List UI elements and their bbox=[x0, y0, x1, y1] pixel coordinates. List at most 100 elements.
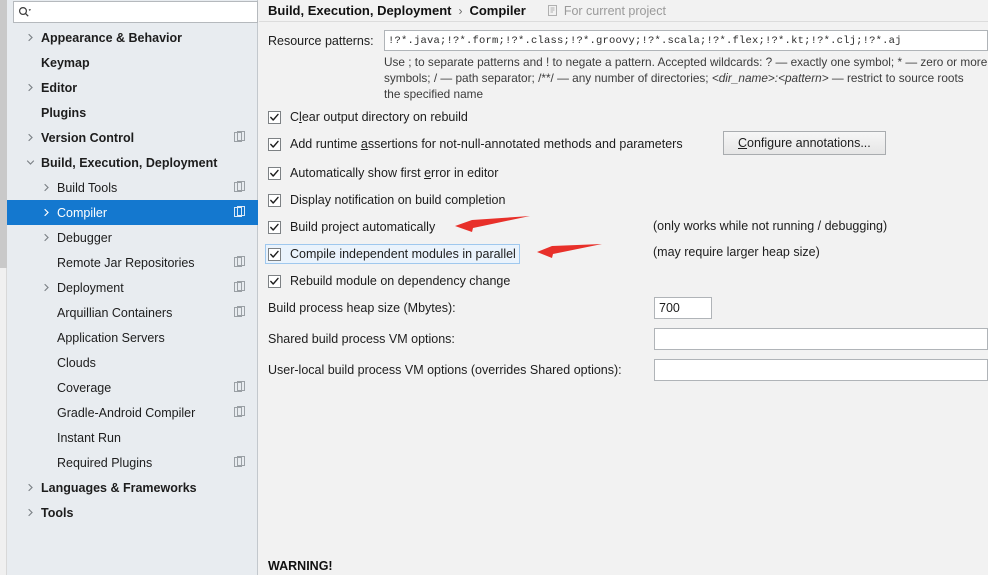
sidebar-item-label: Languages & Frameworks bbox=[41, 480, 197, 495]
chevron-right-icon[interactable] bbox=[39, 281, 53, 295]
copy-settings-icon[interactable] bbox=[234, 306, 246, 318]
checkbox-indicator[interactable] bbox=[268, 274, 281, 288]
configure-annotations-button[interactable]: Configure annotations... bbox=[723, 131, 886, 155]
checkbox-wrapper: Display notification on build completion bbox=[268, 193, 505, 207]
sidebar-item-deployment[interactable]: Deployment bbox=[7, 275, 258, 300]
sidebar-item-appearance-behavior[interactable]: Appearance & Behavior bbox=[7, 25, 258, 50]
sidebar-item-label: Clouds bbox=[57, 355, 96, 370]
checkbox-add-runtime-assertions-for-not-null-annotated-methods-and-parameters[interactable]: Add runtime assertions for not-null-anno… bbox=[268, 134, 683, 154]
copy-settings-icon[interactable] bbox=[234, 381, 246, 393]
sidebar-item-plugins[interactable]: Plugins bbox=[7, 100, 258, 125]
checkbox-label: Display notification on build completion bbox=[290, 193, 506, 207]
checkbox-indicator[interactable] bbox=[268, 220, 281, 234]
breadcrumb-root[interactable]: Build, Execution, Deployment bbox=[268, 3, 451, 18]
sidebar-item-label: Editor bbox=[41, 80, 78, 95]
note-compile-parallel: (may require larger heap size) bbox=[653, 245, 820, 259]
copy-settings-icon[interactable] bbox=[234, 281, 246, 293]
copy-settings-icon[interactable] bbox=[234, 256, 246, 268]
checkbox-label: Compile independent modules in parallel bbox=[290, 247, 516, 261]
sidebar-item-required-plugins[interactable]: Required Plugins bbox=[7, 450, 258, 475]
sidebar-item-remote-jar-repositories[interactable]: Remote Jar Repositories bbox=[7, 250, 258, 275]
sidebar-item-debugger[interactable]: Debugger bbox=[7, 225, 258, 250]
sidebar-item-coverage[interactable]: Coverage bbox=[7, 375, 258, 400]
shared-vm-options-input[interactable] bbox=[654, 328, 988, 350]
sidebar-item-editor[interactable]: Editor bbox=[7, 75, 258, 100]
checkbox-label: Add runtime assertions for not-null-anno… bbox=[290, 137, 683, 151]
checkbox-compile-independent-modules-in-parallel[interactable]: Compile independent modules in parallel bbox=[265, 244, 520, 264]
sidebar-item-build-execution-deployment[interactable]: Build, Execution, Deployment bbox=[7, 150, 258, 175]
sidebar-item-label: Build Tools bbox=[57, 180, 118, 195]
hint-line-3: the specified name bbox=[384, 87, 484, 101]
sidebar-item-label: Remote Jar Repositories bbox=[57, 255, 195, 270]
checkbox-wrapper: Automatically show first error in editor bbox=[268, 166, 498, 180]
checkbox-automatically-show-first-error-in-editor[interactable]: Automatically show first error in editor bbox=[268, 163, 498, 183]
sidebar-item-label: Debugger bbox=[57, 230, 112, 245]
sidebar-item-compiler[interactable]: Compiler bbox=[7, 200, 258, 225]
heap-size-label: Build process heap size (Mbytes): bbox=[268, 301, 456, 315]
chevron-right-icon[interactable] bbox=[39, 231, 53, 245]
tree-twisty-none-icon bbox=[39, 256, 53, 270]
sidebar-item-label: Gradle-Android Compiler bbox=[57, 405, 196, 420]
sidebar-item-label: Application Servers bbox=[57, 330, 165, 345]
chevron-right-icon[interactable] bbox=[23, 506, 37, 520]
checkbox-label: Clear output directory on rebuild bbox=[290, 110, 468, 124]
project-scope-indicator: For current project bbox=[547, 3, 666, 18]
checkbox-display-notification-on-build-completion[interactable]: Display notification on build completion bbox=[268, 190, 505, 210]
project-scope-label: For current project bbox=[563, 3, 666, 18]
checkbox-label: Rebuild module on dependency change bbox=[290, 274, 511, 288]
tree-twisty-none-icon bbox=[23, 56, 37, 70]
hint-line-2b: — restrict to source roots bbox=[828, 71, 964, 85]
sidebar-item-version-control[interactable]: Version Control bbox=[7, 125, 258, 150]
sidebar-item-clouds[interactable]: Clouds bbox=[7, 350, 258, 375]
project-scope-icon bbox=[547, 4, 559, 17]
checkbox-indicator[interactable] bbox=[268, 110, 281, 124]
sidebar-item-tools[interactable]: Tools bbox=[7, 500, 258, 525]
sidebar-item-instant-run[interactable]: Instant Run bbox=[7, 425, 258, 450]
chevron-right-icon[interactable] bbox=[23, 31, 37, 45]
copy-settings-icon[interactable] bbox=[234, 181, 246, 193]
sidebar-item-label: Required Plugins bbox=[57, 455, 153, 470]
tree-twisty-none-icon bbox=[39, 431, 53, 445]
sidebar-item-keymap[interactable]: Keymap bbox=[7, 50, 258, 75]
chevron-down-icon[interactable] bbox=[23, 156, 37, 170]
chevron-right-icon[interactable] bbox=[39, 181, 53, 195]
sidebar-item-label: Version Control bbox=[41, 130, 135, 145]
sidebar-item-arquillian-containers[interactable]: Arquillian Containers bbox=[7, 300, 258, 325]
sidebar-item-gradle-android-compiler[interactable]: Gradle-Android Compiler bbox=[7, 400, 258, 425]
resource-patterns-label: Resource patterns: bbox=[268, 34, 374, 48]
copy-settings-icon[interactable] bbox=[234, 131, 246, 143]
checkbox-build-project-automatically[interactable]: Build project automatically bbox=[268, 217, 435, 237]
sidebar-scrollbar-track[interactable] bbox=[0, 0, 7, 575]
search-box[interactable] bbox=[13, 1, 258, 23]
checkbox-label: Build project automatically bbox=[290, 220, 436, 234]
settings-dialog: Appearance & Behavior Keymap Editor Plugins… bbox=[0, 0, 988, 575]
user-local-vm-options-input[interactable] bbox=[654, 359, 988, 381]
checkbox-clear-output-directory-on-rebuild[interactable]: Clear output directory on rebuild bbox=[268, 107, 468, 127]
search-input[interactable] bbox=[34, 3, 249, 21]
search-icon bbox=[18, 5, 34, 19]
heap-size-input[interactable]: 700 bbox=[654, 297, 712, 319]
tree-twisty-none-icon bbox=[39, 356, 53, 370]
copy-settings-icon[interactable] bbox=[234, 456, 246, 468]
heap-size-value: 700 bbox=[659, 301, 680, 315]
checkbox-indicator[interactable] bbox=[268, 247, 281, 261]
checkbox-wrapper: Add runtime assertions for not-null-anno… bbox=[268, 137, 683, 151]
checkbox-rebuild-module-on-dependency-change[interactable]: Rebuild module on dependency change bbox=[268, 271, 510, 291]
chevron-right-icon[interactable] bbox=[23, 131, 37, 145]
sidebar-scrollbar-thumb[interactable] bbox=[0, 0, 7, 268]
tree-twisty-none-icon bbox=[39, 381, 53, 395]
copy-settings-icon[interactable] bbox=[234, 406, 246, 418]
checkbox-indicator[interactable] bbox=[268, 193, 281, 207]
checkbox-indicator[interactable] bbox=[268, 166, 281, 180]
tree-twisty-none-icon bbox=[39, 406, 53, 420]
sidebar-item-languages-frameworks[interactable]: Languages & Frameworks bbox=[7, 475, 258, 500]
copy-settings-icon[interactable] bbox=[234, 206, 246, 218]
checkbox-indicator[interactable] bbox=[268, 137, 281, 151]
chevron-right-icon[interactable] bbox=[39, 206, 53, 220]
sidebar-item-application-servers[interactable]: Application Servers bbox=[7, 325, 258, 350]
sidebar-item-build-tools[interactable]: Build Tools bbox=[7, 175, 258, 200]
resource-patterns-value: !?*.java;!?*.form;!?*.class;!?*.groovy;!… bbox=[388, 34, 902, 47]
resource-patterns-input[interactable]: !?*.java;!?*.form;!?*.class;!?*.groovy;!… bbox=[384, 30, 988, 51]
chevron-right-icon[interactable] bbox=[23, 81, 37, 95]
chevron-right-icon[interactable] bbox=[23, 481, 37, 495]
